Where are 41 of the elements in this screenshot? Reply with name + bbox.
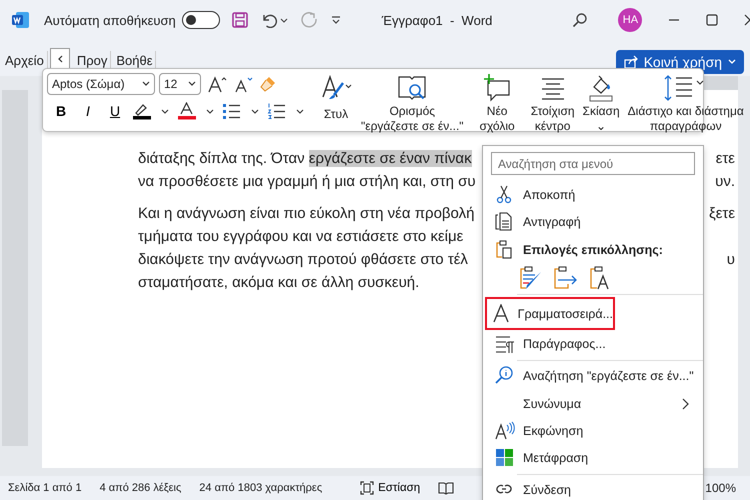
body-text: Και η ανάγνωση είναι πιο εύκολη στη νέα προβολή	[138, 205, 474, 222]
focus-button[interactable]: Εστίαση	[360, 481, 420, 495]
align-center-button[interactable]: Στοίχιση κέντρο	[526, 73, 579, 134]
styles-button[interactable]: Στυλ	[315, 73, 357, 122]
status-text: Σελίδα 1 από 1	[8, 482, 82, 494]
menu-section-header: Επιλογές επικόλλησης:	[485, 236, 701, 264]
menu-item[interactable]: Αναζήτηση "εργάζεστε σε έν..."	[485, 362, 701, 390]
menu-item[interactable]: Εκφώνηση	[485, 417, 701, 444]
menu-search-field[interactable]: Αναζήτηση στα μενού	[491, 152, 695, 176]
font-size-dropdown[interactable]: 12	[159, 73, 201, 95]
body-text: διάταξης δίπλα της. Όταν	[138, 150, 306, 167]
menu-item[interactable]: Μετάφραση	[485, 444, 701, 472]
body-text: ξετε	[708, 205, 735, 222]
define-button[interactable]: Ορισμός "εργάζεστε σε έν..."	[357, 73, 468, 134]
menu-item[interactable]: Γραμματοσειρά...	[485, 297, 615, 330]
autosave-label: Αυτόματη αποθήκευση	[44, 12, 176, 28]
window-title: Έγγραφο1 - Word	[382, 12, 492, 28]
body-text: τμήματα του εγγράφου και να εστιάσετε στο κείμε	[138, 228, 464, 245]
menu-item[interactable]: Παράγραφος...	[485, 330, 701, 358]
underline-button[interactable]: U	[103, 99, 127, 123]
menu-item[interactable]: Αποκοπή	[485, 181, 701, 209]
status-text: 24 από 1803 χαρακτήρες	[199, 482, 322, 494]
line-spacing-button[interactable]: Διάστιχο και διάστημα παραγράφων	[624, 73, 748, 134]
selected-text: εργάζεστε σε έναν πίνακ	[308, 150, 472, 167]
body-text: να προσθέσετε μια γραμμή ή μια στήλη και, στη συ	[138, 173, 476, 190]
italic-button[interactable]: I	[76, 99, 100, 123]
bold-button[interactable]: B	[49, 99, 73, 123]
shading-button[interactable]: Σκίαση ⌄	[578, 73, 624, 134]
body-text: υ	[726, 251, 735, 268]
new-comment-button[interactable]: Νέο σχόλιο	[476, 73, 519, 134]
zoom-level[interactable]: 100%	[705, 481, 736, 495]
menu-item[interactable]: Συνώνυμα	[485, 390, 701, 418]
menu-item[interactable]: Αντιγραφή	[485, 208, 701, 236]
body-text: σταματήσατε, ακόμα και σε άλλη συσκευή.	[138, 274, 420, 291]
status-text: 4 από 286 λέξεις	[100, 482, 182, 494]
body-text: ετε	[716, 150, 735, 167]
user-avatar[interactable]: HA	[618, 8, 642, 32]
body-text: υν.	[715, 173, 735, 190]
menu-item[interactable]: Σύνδεση	[485, 476, 701, 500]
font-name-dropdown[interactable]: Aptos (Σώμα)	[47, 73, 155, 95]
body-text: διακόψετε την ανάγνωση προτού φθάσετε στο τέλ	[138, 251, 468, 268]
